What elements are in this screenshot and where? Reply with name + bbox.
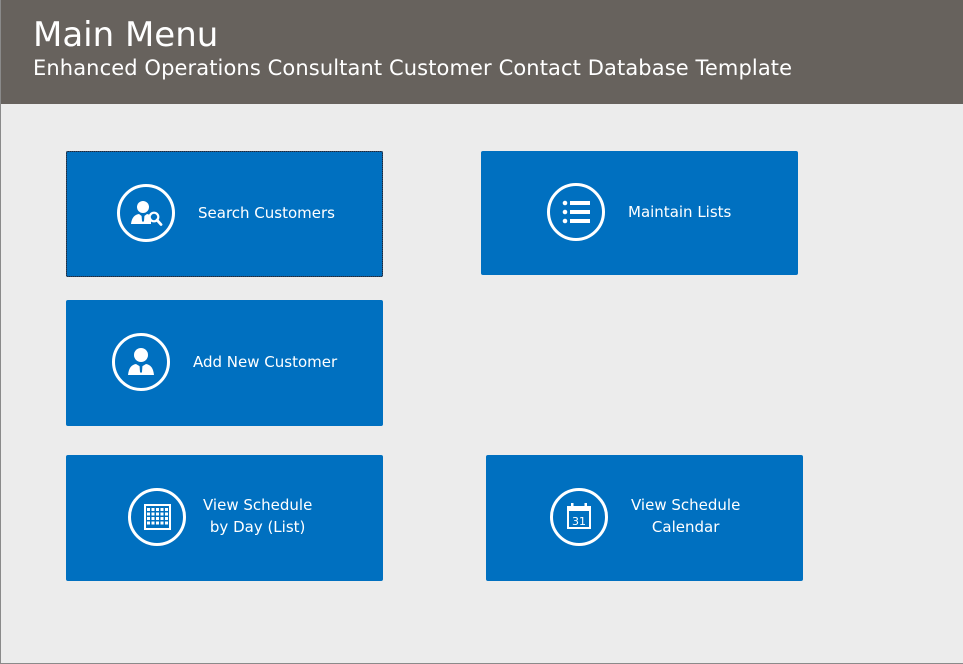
- header-banner: Main Menu Enhanced Operations Consultant…: [1, 0, 963, 104]
- calendar-31-glyph: 31: [572, 515, 586, 528]
- maintain-lists-button[interactable]: Maintain Lists: [481, 151, 798, 275]
- view-schedule-calendar-label: View Schedule Calendar: [631, 494, 740, 538]
- add-new-customer-label: Add New Customer: [193, 353, 338, 371]
- maintain-lists-label: Maintain Lists: [628, 203, 732, 221]
- page-subtitle: Enhanced Operations Consultant Customer …: [33, 56, 793, 80]
- calendar-31-icon: 31: [550, 488, 608, 546]
- person-icon: [112, 333, 170, 391]
- view-schedule-calendar-button[interactable]: 31 View Schedule Calendar: [486, 455, 803, 581]
- view-schedule-day-label-line2: by Day (List): [209, 518, 306, 536]
- view-schedule-day-label: View Schedule by Day (List): [203, 494, 312, 538]
- person-search-icon: [117, 184, 175, 242]
- list-icon: [547, 183, 605, 241]
- view-schedule-calendar-label-line1: View Schedule: [631, 496, 741, 514]
- page-title: Main Menu: [33, 15, 219, 55]
- view-schedule-calendar-label-line2: Calendar: [651, 518, 720, 536]
- add-new-customer-button[interactable]: Add New Customer: [66, 300, 383, 426]
- calendar-grid-icon: [128, 488, 186, 546]
- search-customers-button[interactable]: Search Customers: [66, 151, 383, 277]
- search-customers-label: Search Customers: [198, 204, 335, 222]
- view-schedule-day-button[interactable]: View Schedule by Day (List): [66, 455, 383, 581]
- view-schedule-day-label-line1: View Schedule: [203, 496, 313, 514]
